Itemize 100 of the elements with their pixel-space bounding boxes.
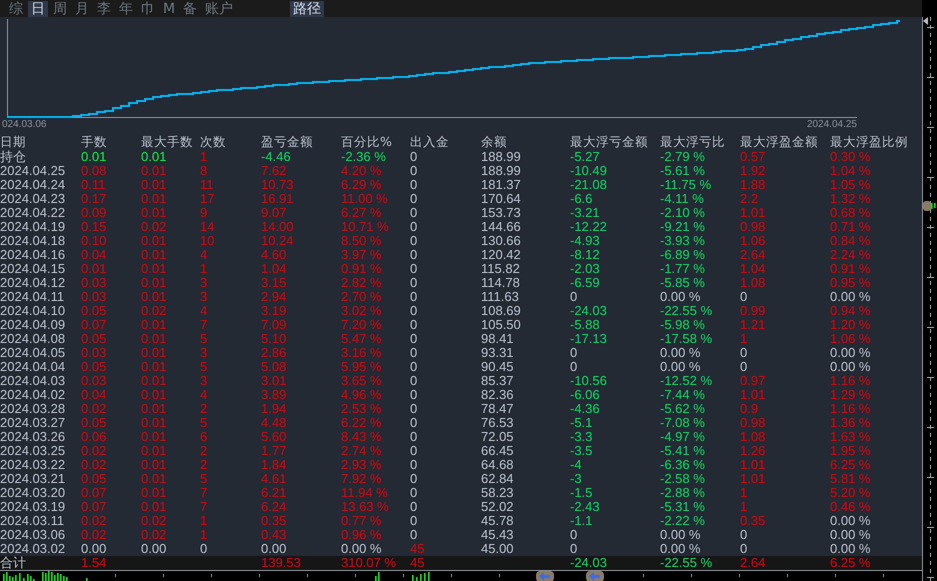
table-cell: -5.61 % [660,164,705,178]
table-cell: 58.23 [481,486,514,500]
table-cell: -4.97 % [660,430,705,444]
table-cell: 14 [200,220,214,234]
row-label: 2024.03.11 [0,514,64,528]
table-cell: -5.41 % [660,444,705,458]
table-cell: 0.01 [141,164,166,178]
table-cell: 3 [200,374,208,388]
table-cell: 0.84 % [830,234,870,248]
table-cell: 0.09 [81,206,106,220]
table-cell: 0 [410,514,418,528]
table-cell: 52.02 [481,500,514,514]
table-cell: 0.03 [81,276,106,290]
table-cell: -17.13 [570,332,607,346]
table-cell: 1.94 [261,402,286,416]
table-cell: 3.97 % [341,248,382,262]
arrow-icon [536,571,554,581]
period-tab[interactable]: 综 [6,0,26,16]
table-cell: 0.01 [141,178,166,192]
table-cell: 0.01 [141,262,166,276]
table-cell: 3.89 [261,388,286,402]
table-cell: 0.35 [740,514,766,528]
table-cell: -3.5 [570,444,592,458]
table-cell: 0.15 [81,220,106,234]
period-tab[interactable]: 日 [28,0,48,16]
table-cell: -5.98 % [660,318,705,332]
table-cell: 2 [200,458,208,472]
table-cell: 0 [410,332,418,346]
table-cell: 1.92 [740,164,766,178]
table-cell: -1.77 % [660,262,705,276]
period-tab[interactable]: 账户 [202,0,236,16]
period-tab[interactable]: 年 [116,0,136,16]
table-cell: 2 [200,444,208,458]
table-cell: -3 [570,472,582,486]
table-cell: 1 [200,262,208,276]
path-tab[interactable]: 路径 [290,0,324,16]
table-cell: 130.66 [481,234,521,248]
table-cell: 0 [570,290,578,304]
table-cell: 45.43 [481,528,514,542]
row-label: 持仓 [0,150,26,164]
period-tab[interactable]: 周 [50,0,70,16]
table-cell: 72.05 [481,430,514,444]
period-tab[interactable]: 备 [180,0,200,16]
table-cell: 0.01 [141,234,166,248]
table-cell: 2.53 % [341,402,382,416]
table-cell: 0 [410,374,418,388]
table-cell: 0 [410,444,418,458]
period-tab[interactable]: 月 [72,0,92,16]
table-cell: 144.66 [481,220,521,234]
table-cell: 1 [200,528,208,542]
table-cell: 108.69 [481,304,521,318]
column-header: 盈亏金额 [261,133,313,150]
table-cell: 0.07 [81,486,106,500]
table-cell: 0.68 % [830,206,870,220]
table-cell: 0.02 [81,528,106,542]
row-label: 2024.04.22 [0,206,66,220]
table-cell: 114.78 [481,276,520,290]
table-cell: 11 [200,178,214,192]
table-cell: 0.02 [81,458,106,472]
table-cell: 0.01 [141,388,166,402]
table-cell: 93.31 [481,346,514,360]
table-cell: 0.02 [81,514,106,528]
table-cell: 0.01 [141,276,166,290]
table-cell: -2.10 % [660,206,705,220]
table-cell: 0.01 [141,332,166,346]
table-cell: 0.01 [141,248,166,262]
table-cell: 76.53 [481,416,514,430]
table-cell: 0.04 [81,248,106,262]
table-cell: 0.02 [141,220,166,234]
table-cell: -6.59 [570,276,600,290]
table-cell: -11.75 % [660,178,712,192]
table-cell: 2.64 [740,248,766,262]
table-cell: -4.46 [261,150,291,164]
row-label: 2024.04.19 [0,220,66,234]
table-cell: -1.1 [570,514,592,528]
table-cell: 3.15 [261,276,286,290]
column-header: 最大浮亏金额 [570,133,648,150]
table-cell: 0.00 % [830,514,870,528]
row-label: 2024.04.25 [0,164,66,178]
table-cell: 0.03 [81,290,106,304]
table-cell: 0 [410,528,418,542]
table-cell: 0.95 % [830,276,870,290]
table-cell: 1.20 % [830,318,870,332]
row-label: 2024.03.22 [0,458,66,472]
period-tab[interactable]: 李 [94,0,114,16]
period-tab[interactable]: 巾 [138,0,158,16]
table-cell: 0.01 [141,150,166,164]
table-cell: 9 [200,206,208,220]
table-cell: 0.71 % [830,220,870,234]
table-cell: 45.78 [481,514,514,528]
table-cell: 1.08 [740,276,766,290]
period-tab[interactable]: M [160,0,178,16]
table-cell: -5.85 % [660,276,705,290]
table-cell: 0.91 % [341,262,382,276]
row-label: 2024.04.23 [0,192,66,206]
table-cell: 1.16 % [830,374,870,388]
table-cell: 111.63 [481,290,519,304]
table-cell: 3.65 % [341,374,382,388]
table-cell: 1 [200,514,208,528]
table-cell: 0.01 [141,290,166,304]
